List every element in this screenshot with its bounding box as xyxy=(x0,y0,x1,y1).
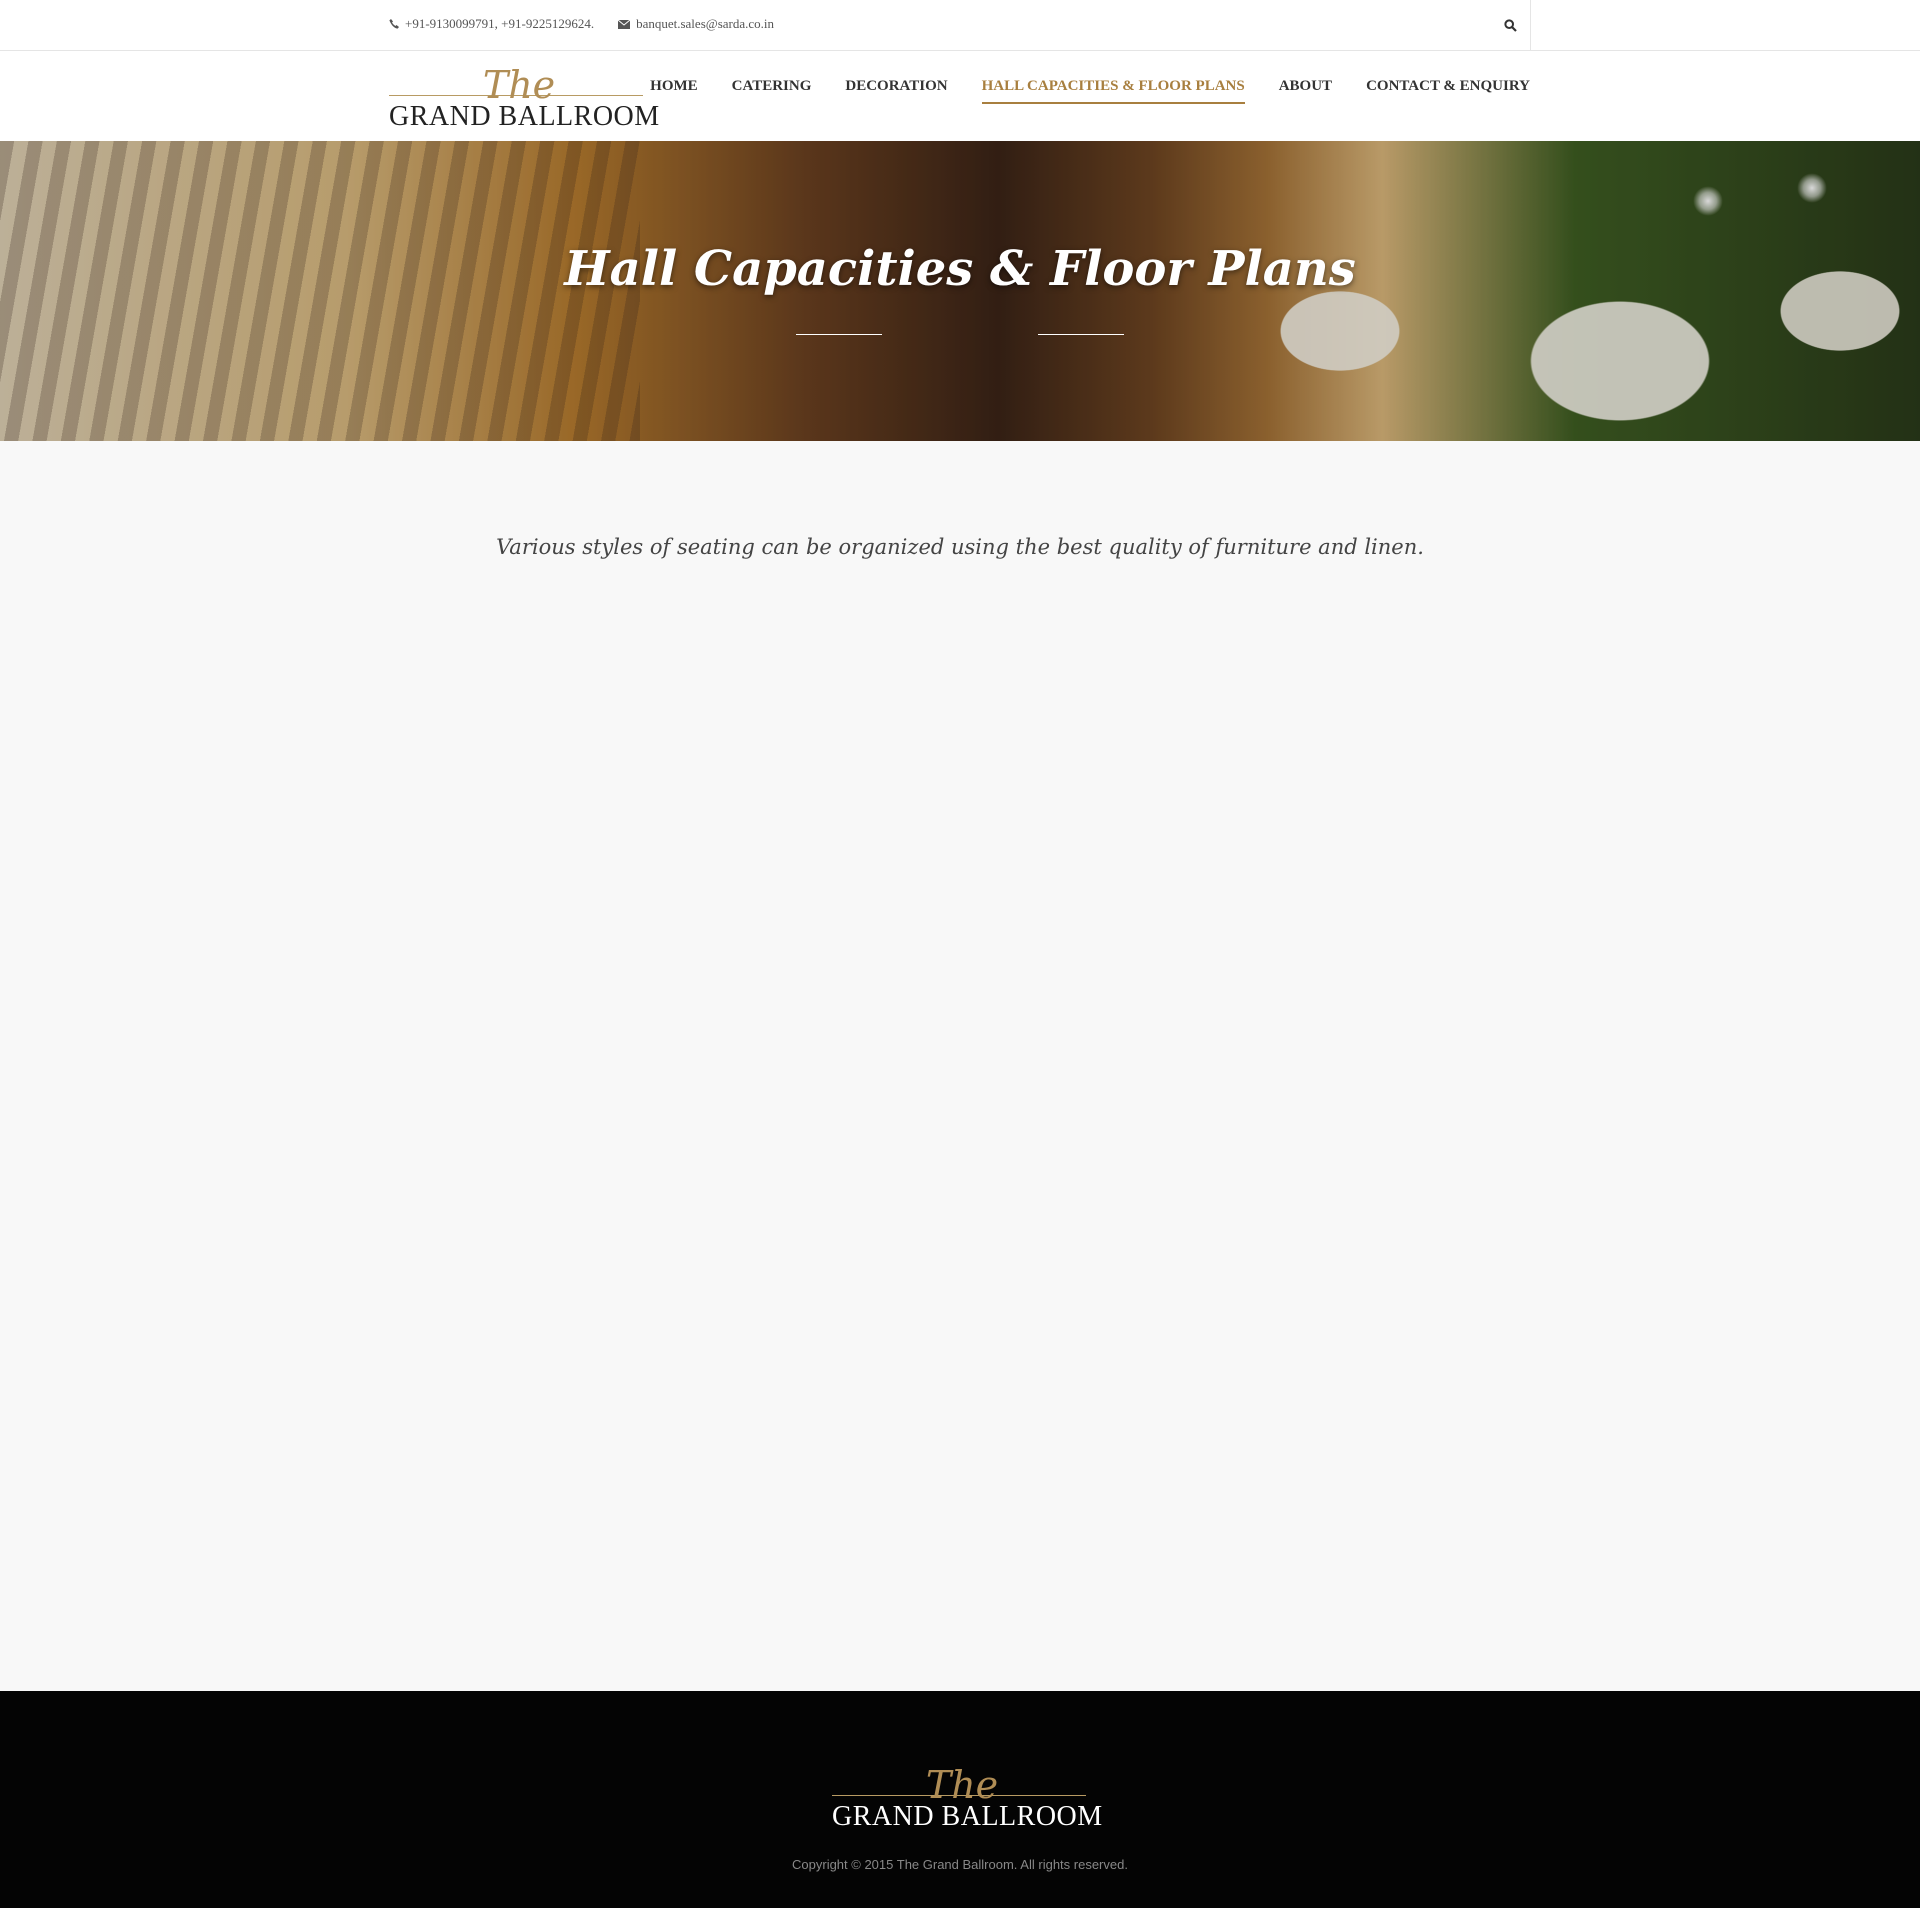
intro-text: Various styles of seating can be organiz… xyxy=(496,535,1424,559)
email-contact[interactable]: banquet.sales@sarda.co.in xyxy=(618,16,774,32)
envelope-icon xyxy=(618,19,631,29)
title-rule-right xyxy=(1038,334,1124,335)
email-address: banquet.sales@sarda.co.in xyxy=(636,16,775,31)
site-footer: The GRAND BALLROOM Copyright © 2015 The … xyxy=(0,1691,1920,1908)
site-header: The GRAND BALLROOM HOME CATERING DECORAT… xyxy=(0,51,1920,141)
hero-banner: Hall Capacities & Floor Plans xyxy=(0,141,1920,441)
page-title: Hall Capacities & Floor Plans xyxy=(564,241,1356,297)
title-rule-left xyxy=(796,334,882,335)
nav-hall-capacities[interactable]: HALL CAPACITIES & FLOOR PLANS xyxy=(981,78,1245,104)
phone-icon xyxy=(389,19,399,29)
copyright-text: Copyright © 2015 The Grand Ballroom. All… xyxy=(792,1857,1128,1872)
phone-numbers: +91-9130099791, +91-9225129624. xyxy=(405,16,595,31)
site-logo[interactable]: The GRAND BALLROOM xyxy=(389,59,660,133)
logo-name: GRAND BALLROOM xyxy=(389,101,660,132)
nav-home[interactable]: HOME xyxy=(650,78,698,104)
phone-contact[interactable]: +91-9130099791, +91-9225129624. xyxy=(389,16,594,32)
main-nav: HOME CATERING DECORATION HALL CAPACITIES… xyxy=(616,78,1530,104)
nav-catering[interactable]: CATERING xyxy=(732,78,812,104)
nav-decoration[interactable]: DECORATION xyxy=(845,78,947,104)
footer-logo[interactable]: The GRAND BALLROOM xyxy=(832,1759,1103,1833)
nav-about[interactable]: ABOUT xyxy=(1279,78,1332,104)
nav-contact-enquiry[interactable]: CONTACT & ENQUIRY xyxy=(1366,78,1530,104)
top-bar: +91-9130099791, +91-9225129624. banquet.… xyxy=(0,0,1920,51)
search-icon xyxy=(1503,18,1517,32)
logo-name: GRAND BALLROOM xyxy=(832,1801,1103,1832)
contact-info: +91-9130099791, +91-9225129624. banquet.… xyxy=(389,16,798,32)
search-button[interactable] xyxy=(1490,0,1531,50)
